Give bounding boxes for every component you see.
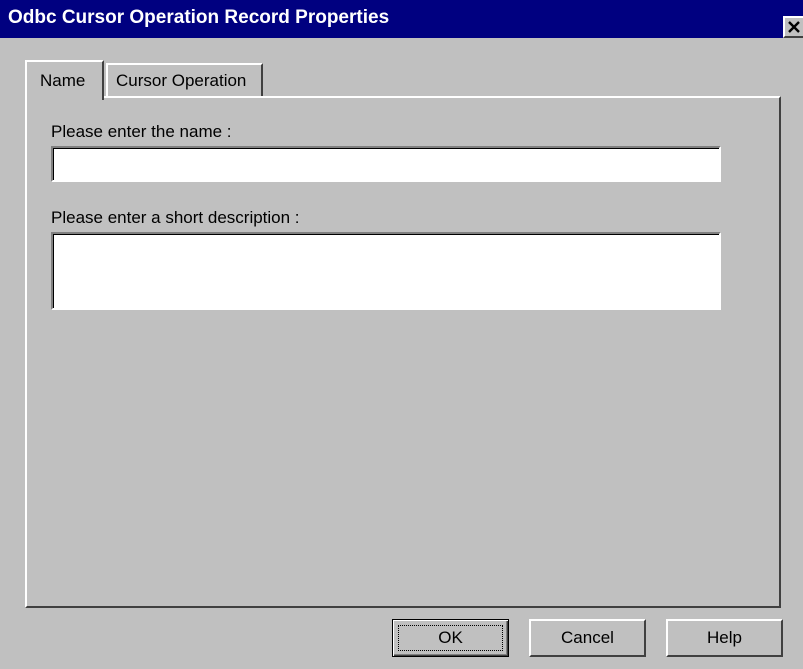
description-input[interactable] [51,232,721,310]
help-button[interactable]: Help [666,619,783,657]
cancel-button[interactable]: Cancel [529,619,646,657]
close-button[interactable] [783,16,803,38]
name-input[interactable] [51,146,721,182]
tab-name[interactable]: Name [25,60,104,100]
properties-dialog: Odbc Cursor Operation Record Properties … [0,0,803,669]
window-title: Odbc Cursor Operation Record Properties [8,7,390,28]
tab-cursor-operation-label: Cursor Operation [116,71,247,90]
description-field-label: Please enter a short description : [51,208,300,227]
tab-panel-name: Please enter the name : Please enter a s… [25,96,781,608]
tab-cursor-operation[interactable]: Cursor Operation [106,63,263,97]
name-field-label: Please enter the name : [51,122,232,141]
ok-button-label: OK [398,625,503,651]
title-bar: Odbc Cursor Operation Record Properties [0,0,803,38]
tab-name-label: Name [40,71,86,90]
ok-button[interactable]: OK [392,619,509,657]
close-icon [788,21,800,33]
